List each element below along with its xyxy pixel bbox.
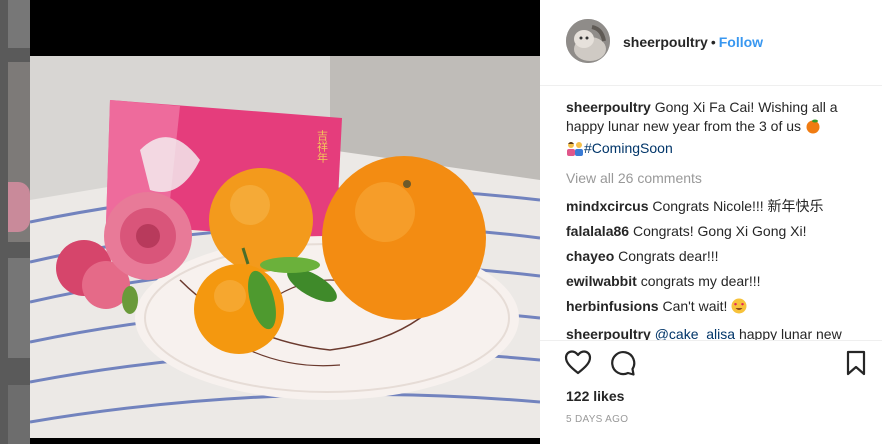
background-thumbnail (8, 62, 30, 242)
comment-item: mindxcircus Congrats Nicole!!! 新年快乐 (566, 197, 866, 216)
post-actions-bar: 122 likes 5 DAYS AGO (540, 340, 882, 444)
comment-username[interactable]: sheerpoultry (566, 326, 651, 340)
comment-text: Can't wait! (662, 298, 728, 314)
comment-text: congrats my dear!!! (640, 273, 761, 289)
comment-text: Congrats dear!!! (618, 248, 719, 264)
svg-text:吉祥年: 吉祥年 (316, 130, 329, 163)
avatar[interactable] (566, 19, 610, 63)
post-timestamp[interactable]: 5 DAYS AGO (566, 414, 628, 425)
comments-scroll-area[interactable]: sheerpoultry Gong Xi Fa Cai! Wishing all… (540, 98, 890, 340)
background-thumbnail (8, 258, 30, 358)
comment-text: happy lunar new (738, 326, 842, 340)
bookmark-icon[interactable] (842, 349, 870, 377)
speech-bubble-icon[interactable] (608, 349, 636, 377)
background-thumbnail (8, 385, 30, 444)
comment-username[interactable]: ewilwabbit (566, 273, 637, 289)
heart-eyes-emoji-icon (731, 298, 747, 319)
post-author-username[interactable]: sheerpoultry (623, 34, 708, 50)
comment-text: Congrats! Gong Xi Gong Xi! (632, 223, 807, 239)
family-emoji-icon (566, 140, 584, 161)
comment-item: chayeo Congrats dear!!! (566, 247, 866, 266)
heart-icon[interactable] (564, 349, 592, 377)
comment-item: falalala86 Congrats! Gong Xi Gong Xi! (566, 222, 866, 241)
comment-text: Congrats Nicole!!! 新年快乐 (652, 198, 824, 214)
post-header: sheerpoultry • Follow (540, 0, 882, 86)
post-caption: sheerpoultry Gong Xi Fa Cai! Wishing all… (566, 98, 866, 161)
background-feed-strip (0, 0, 30, 444)
post-side-panel: sheerpoultry • Follow sheerpoultry Gong Xi… (540, 0, 890, 444)
caption-hashtag[interactable]: #ComingSoon (584, 140, 673, 156)
caption-username[interactable]: sheerpoultry (566, 99, 651, 115)
likes-count[interactable]: 122 likes (566, 388, 624, 404)
comment-mention[interactable]: @cake_alisa (655, 326, 735, 340)
post-photo[interactable]: 吉祥年 (30, 0, 540, 444)
view-all-comments-link[interactable]: View all 26 comments (566, 169, 866, 188)
comment-username[interactable]: mindxcircus (566, 198, 648, 214)
comment-username[interactable]: herbinfusions (566, 298, 659, 314)
comment-username[interactable]: falalala86 (566, 223, 629, 239)
tangerine-emoji-icon (805, 118, 821, 139)
photo-illustration: 吉祥年 (30, 0, 540, 444)
comment-username[interactable]: chayeo (566, 248, 614, 264)
separator-dot: • (710, 34, 716, 50)
comment-item: sheerpoultry @cake_alisa happy lunar new (566, 325, 866, 340)
follow-button[interactable]: Follow (719, 34, 763, 50)
comment-item: herbinfusions Can't wait! (566, 297, 866, 319)
background-thumbnail (8, 0, 30, 48)
comment-item: ewilwabbit congrats my dear!!! (566, 272, 866, 291)
